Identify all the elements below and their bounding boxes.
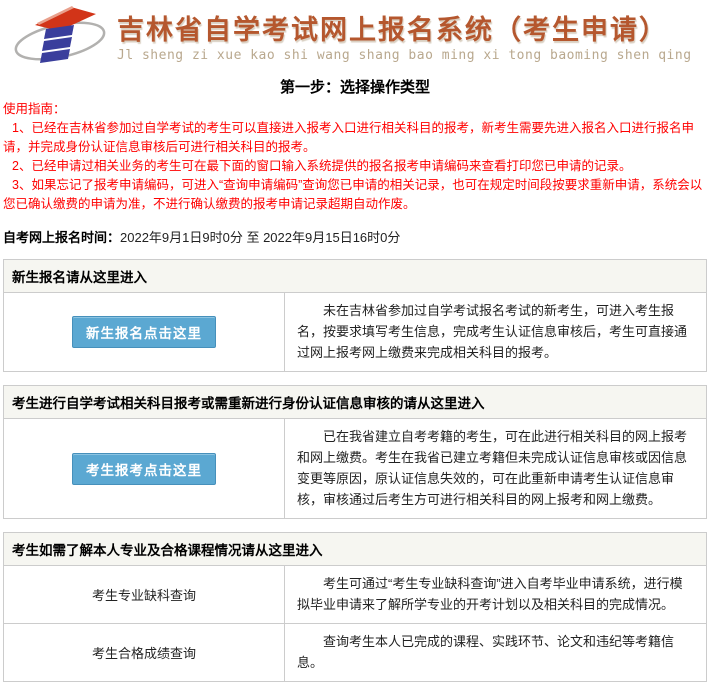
query-row-missing-subjects: 考生专业缺科查询 考生可通过“考生专业缺科查询”进入自考毕业申请系统，进行模拟毕… xyxy=(4,566,706,623)
guide-item-3: 3、如果忘记了报考申请编码，可进入“查询申请编码”查询您已申请的相关记录，也可在… xyxy=(3,176,707,214)
page: 吉林省自学考试网上报名系统（考生申请） Jl sheng zi xue kao … xyxy=(0,0,710,682)
passed-scores-query-description: 查询考生本人已完成的课程、实践环节、论文和违纪等考籍信息。 xyxy=(297,631,694,673)
section-exam-registration-action-cell: 考生报考点击这里 xyxy=(4,419,285,518)
guide-title: 使用指南： xyxy=(3,100,707,119)
section-new-student-description: 未在吉林省参加过自学考试报名考试的新考生，可进入考生报名，按要求填写考生信息，完… xyxy=(297,300,694,363)
missing-subjects-query-description: 考生可通过“考生专业缺科查询”进入自考毕业申请系统，进行模拟毕业申请来了解所学专… xyxy=(297,573,694,615)
new-student-register-button[interactable]: 新生报名点击这里 xyxy=(72,316,216,348)
section-new-student-header: 新生报名请从这里进入 xyxy=(3,259,707,293)
section-new-student: 新生报名请从这里进入 新生报名点击这里 未在吉林省参加过自学考试报名考试的新考生… xyxy=(3,259,707,372)
section-exam-registration-description: 已在我省建立自考考籍的考生，可在此进行相关科目的网上报考和网上缴费。考生在我省已… xyxy=(297,426,694,510)
section-new-student-body: 新生报名点击这里 未在吉林省参加过自学考试报名考试的新考生，可进入考生报名，按要… xyxy=(3,293,707,372)
section-exam-registration-header: 考生进行自学考试相关科目报考或需重新进行身份认证信息审核的请从这里进入 xyxy=(3,385,707,419)
site-header: 吉林省自学考试网上报名系统（考生申请） Jl sheng zi xue kao … xyxy=(3,0,707,68)
site-logo-icon xyxy=(13,4,113,66)
site-title: 吉林省自学考试网上报名系统（考生申请） xyxy=(117,8,692,47)
site-titles: 吉林省自学考试网上报名系统（考生申请） Jl sheng zi xue kao … xyxy=(117,8,692,63)
site-subtitle-pinyin: Jl sheng zi xue kao shi wang shang bao m… xyxy=(117,48,692,63)
section-new-student-description-cell: 未在吉林省参加过自学考试报名考试的新考生，可进入考生报名，按要求填写考生信息，完… xyxy=(285,293,706,371)
section-queries-body: 考生专业缺科查询 考生可通过“考生专业缺科查询”进入自考毕业申请系统，进行模拟毕… xyxy=(3,566,707,682)
guide-item-2: 2、已经申请过相关业务的考生可在最下面的窗口输入系统提供的报名报考申请编码来查看… xyxy=(3,157,707,176)
missing-subjects-query-description-cell: 考生可通过“考生专业缺科查询”进入自考毕业申请系统，进行模拟毕业申请来了解所学专… xyxy=(285,566,706,623)
candidate-exam-register-button[interactable]: 考生报考点击这里 xyxy=(72,453,216,485)
section-queries-header: 考生如需了解本人专业及合格课程情况请从这里进入 xyxy=(3,532,707,566)
registration-time-value: 2022年9月1日9时0分 至 2022年9月15日16时0分 xyxy=(120,230,400,245)
registration-time: 自考网上报名时间：2022年9月1日9时0分 至 2022年9月15日16时0分 xyxy=(3,227,707,246)
section-new-student-action-cell: 新生报名点击这里 xyxy=(4,293,285,371)
registration-time-label: 自考网上报名时间： xyxy=(3,230,120,245)
section-queries: 考生如需了解本人专业及合格课程情况请从这里进入 考生专业缺科查询 考生可通过“考… xyxy=(3,532,707,682)
guide-item-1: 1、已经在吉林省参加过自学考试的考生可以直接进入报考入口进行相关科目的报考，新考… xyxy=(3,119,707,157)
missing-subjects-query-link[interactable]: 考生专业缺科查询 xyxy=(4,566,285,623)
query-row-passed-scores: 考生合格成绩查询 查询考生本人已完成的课程、实践环节、论文和违纪等考籍信息。 xyxy=(4,623,706,681)
section-exam-registration-body: 考生报考点击这里 已在我省建立自考考籍的考生，可在此进行相关科目的网上报考和网上… xyxy=(3,419,707,519)
passed-scores-query-link[interactable]: 考生合格成绩查询 xyxy=(4,624,285,681)
passed-scores-query-description-cell: 查询考生本人已完成的课程、实践环节、论文和违纪等考籍信息。 xyxy=(285,624,706,681)
section-exam-registration-description-cell: 已在我省建立自考考籍的考生，可在此进行相关科目的网上报考和网上缴费。考生在我省已… xyxy=(285,419,706,518)
section-exam-registration: 考生进行自学考试相关科目报考或需重新进行身份认证信息审核的请从这里进入 考生报考… xyxy=(3,385,707,519)
usage-guide: 使用指南： 1、已经在吉林省参加过自学考试的考生可以直接进入报考入口进行相关科目… xyxy=(3,100,707,214)
step-title: 第一步：选择操作类型 xyxy=(3,76,707,97)
